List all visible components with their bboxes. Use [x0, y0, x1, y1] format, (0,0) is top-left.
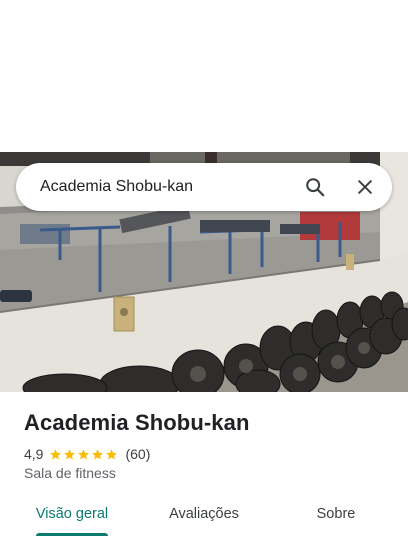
place-info-panel: Academia Shobu-kan 4,9 (60) Sala de fitn…: [0, 392, 408, 544]
search-query[interactable]: Academia Shobu-kan: [40, 163, 193, 211]
star-icon: [64, 448, 76, 459]
close-button[interactable]: [350, 172, 380, 202]
star-icon: [106, 448, 118, 459]
close-icon: [358, 180, 372, 194]
tab-bar: Visão geral Avaliações Sobre: [0, 496, 408, 536]
place-name: Academia Shobu-kan: [24, 410, 250, 435]
star-icon: [50, 448, 62, 459]
star-rating: [49, 448, 119, 461]
search-button[interactable]: [300, 172, 330, 202]
rating-value: 4,9: [24, 446, 44, 462]
map-area: [0, 0, 408, 152]
tab-overview[interactable]: Visão geral: [24, 496, 120, 536]
review-count: (60): [125, 446, 151, 462]
tab-reviews[interactable]: Avaliações: [154, 496, 254, 536]
place-category: Sala de fitness: [24, 465, 116, 481]
star-icon: [78, 448, 90, 459]
rating-row[interactable]: 4,9 (60): [24, 444, 150, 464]
tab-about[interactable]: Sobre: [296, 496, 376, 536]
search-icon: [306, 178, 325, 197]
active-tab-indicator: [36, 533, 108, 536]
search-bar[interactable]: Academia Shobu-kan: [16, 163, 392, 211]
star-icon: [92, 448, 104, 459]
